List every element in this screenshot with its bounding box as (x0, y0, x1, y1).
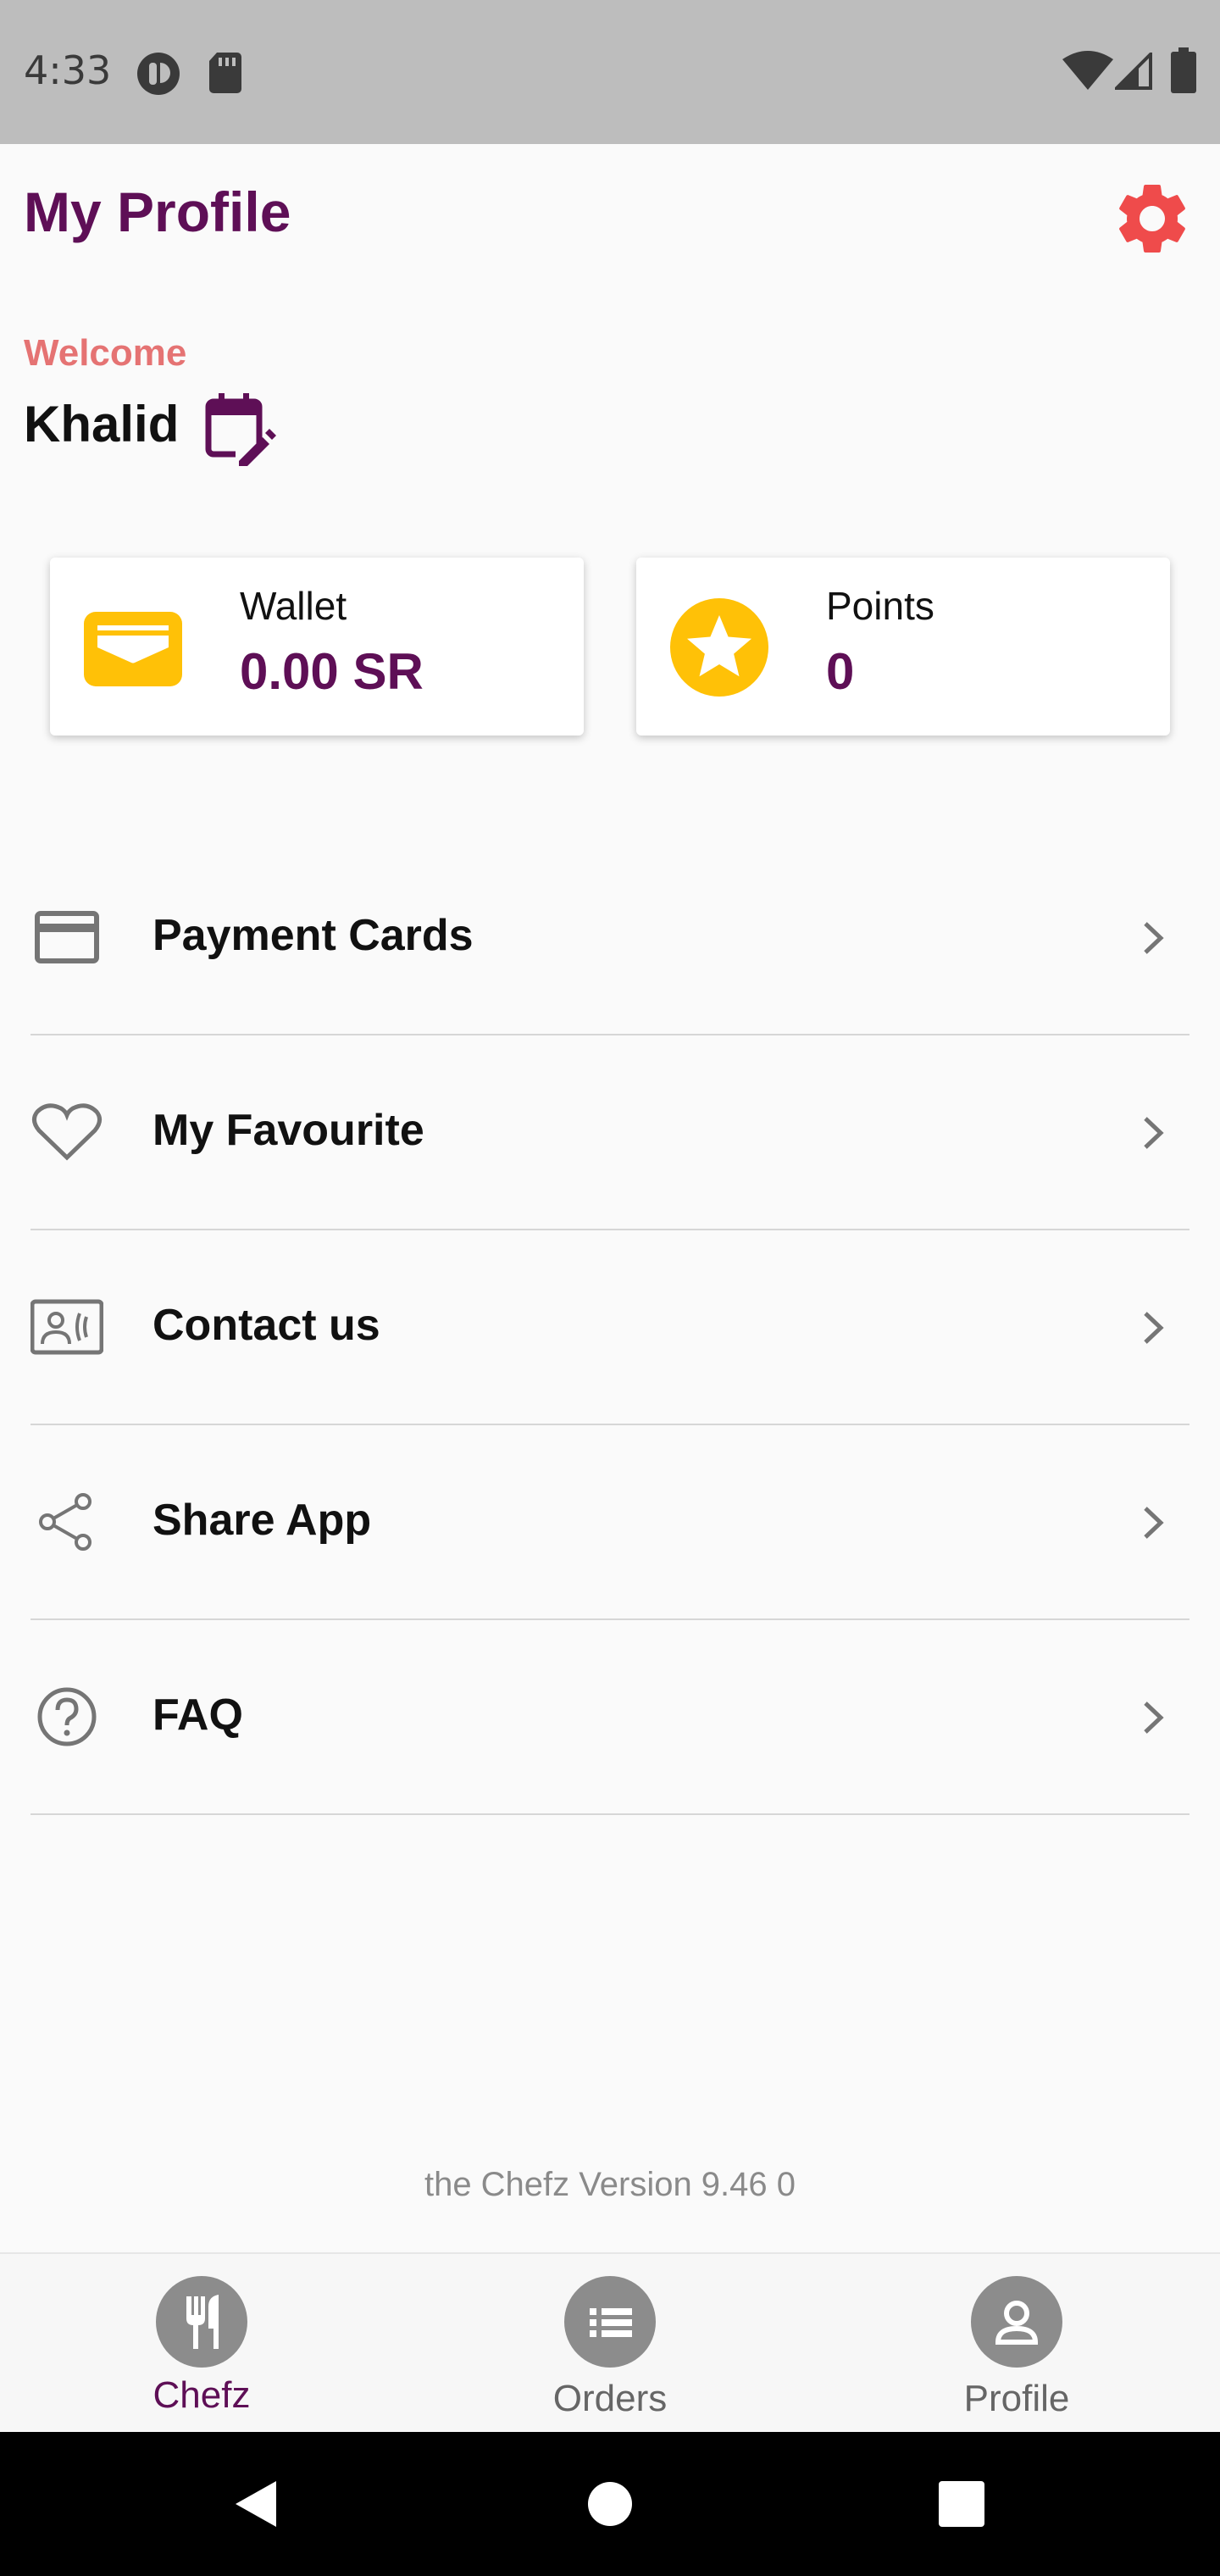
bottom-nav: Chefz Orders Profile (0, 2252, 1220, 2432)
nav-label-profile: Profile (963, 2378, 1070, 2419)
menu-label-share-app: Share App (152, 1496, 372, 1545)
gear-icon (1119, 184, 1185, 253)
calendar-edit-icon (205, 393, 276, 468)
recents-icon[interactable] (923, 2466, 1000, 2542)
person-icon (995, 2301, 1039, 2345)
menu-label-faq: FAQ (152, 1690, 243, 1740)
menu-item-share-app[interactable]: Share App (30, 1425, 1190, 1620)
share-icon (39, 1493, 92, 1551)
wallet-icon (84, 612, 182, 686)
nav-icon-bg (156, 2276, 247, 2368)
fork-knife-icon (186, 2295, 219, 2349)
chevron-right-icon (1144, 1117, 1164, 1149)
nav-tab-chefz[interactable]: Chefz (75, 2254, 329, 2434)
menu-item-faq[interactable]: FAQ (30, 1620, 1190, 1815)
nav-label-orders: Orders (552, 2378, 668, 2419)
menu-item-my-favourite[interactable]: My Favourite (30, 1035, 1190, 1230)
status-bar: 4:33 (0, 0, 1220, 144)
wifi-icon (1062, 51, 1113, 90)
notification-app-icon (137, 53, 180, 95)
status-time: 4:33 (24, 47, 112, 93)
home-icon[interactable] (572, 2466, 648, 2542)
contact-card-icon (30, 1299, 103, 1355)
nav-label-chefz: Chefz (152, 2374, 251, 2416)
star-icon (670, 598, 768, 697)
welcome-label: Welcome (24, 332, 187, 374)
chevron-right-icon (1144, 922, 1164, 954)
back-icon[interactable] (217, 2466, 293, 2542)
points-value: 0 (826, 643, 855, 700)
chevron-right-icon (1144, 1702, 1164, 1734)
heart-icon (32, 1103, 102, 1161)
points-label: Points (826, 584, 934, 628)
help-circle-icon (37, 1687, 97, 1746)
sd-card-icon (209, 53, 241, 93)
settings-button[interactable] (1110, 176, 1195, 261)
page-title: My Profile (24, 180, 291, 243)
menu-label-payment-cards: Payment Cards (152, 911, 474, 960)
chevron-right-icon (1144, 1507, 1164, 1539)
points-card[interactable]: Points 0 (636, 558, 1170, 736)
chevron-right-icon (1144, 1312, 1164, 1344)
wallet-label: Wallet (240, 584, 347, 628)
battery-icon (1171, 47, 1196, 93)
signal-icon (1115, 53, 1152, 90)
edit-profile-button[interactable] (202, 390, 278, 468)
app-version: the Chefz Version 9.46 0 (424, 2166, 796, 2203)
credit-card-icon (35, 911, 99, 963)
nav-tab-orders[interactable]: Orders (483, 2254, 737, 2434)
nav-icon-bg (564, 2276, 656, 2368)
nav-tab-profile[interactable]: Profile (890, 2254, 1144, 2434)
menu-label-contact-us: Contact us (152, 1301, 380, 1350)
wallet-balance: 0.00 SR (240, 643, 424, 700)
menu-item-contact-us[interactable]: Contact us (30, 1230, 1190, 1425)
nav-icon-bg (971, 2276, 1062, 2368)
list-icon (590, 2308, 632, 2337)
menu-label-my-favourite: My Favourite (152, 1106, 424, 1155)
wallet-card[interactable]: Wallet 0.00 SR (50, 558, 584, 736)
menu-item-payment-cards[interactable]: Payment Cards (30, 841, 1190, 1035)
system-nav-bar (0, 2432, 1220, 2576)
user-name: Khalid (24, 396, 180, 452)
